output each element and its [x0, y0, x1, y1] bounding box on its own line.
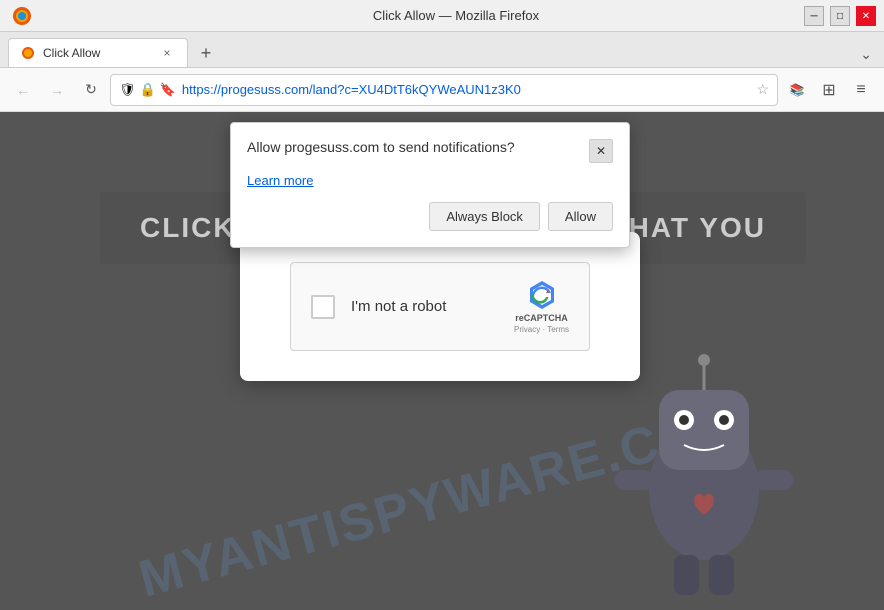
lock-icon: 🔒 [140, 82, 156, 98]
dialog-buttons: Always Block Allow [247, 202, 613, 231]
active-tab[interactable]: Click Allow × [8, 38, 188, 67]
always-block-button[interactable]: Always Block [429, 202, 540, 231]
recaptcha-brand: reCAPTCHA [515, 313, 568, 323]
captcha-privacy: Privacy · Terms [514, 325, 569, 334]
list-all-tabs-button[interactable]: ⌄ [856, 42, 876, 67]
captcha-checkbox[interactable] [311, 295, 335, 319]
reload-button[interactable]: ↻ [76, 75, 106, 105]
learn-more-link[interactable]: Learn more [247, 173, 613, 188]
extensions-button[interactable]: ⊞ [814, 75, 844, 105]
page-content: MYANTISPYWARE.COM CLICK «ALLOW» TO CONFI… [0, 112, 884, 610]
tab-favicon [21, 46, 35, 60]
captcha-card: I'm not a robot reCAPTCHA Privacy · Term… [240, 232, 640, 381]
shield-icon: 🛡 [119, 82, 136, 98]
nav-actions: 📚 ⊞ ≡ [782, 75, 876, 105]
tab-bar-end: ⌄ [220, 42, 876, 67]
bookmark-icon: 🔖 [160, 82, 176, 98]
allow-button[interactable]: Allow [548, 202, 613, 231]
dialog-title: Allow progesuss.com to send notification… [247, 139, 581, 155]
window-title: Click Allow — Mozilla Firefox [40, 8, 872, 23]
dialog-header: Allow progesuss.com to send notification… [247, 139, 613, 163]
nav-bar: ← → ↻ 🛡 🔒 🔖 https://progesuss.com/land?c… [0, 68, 884, 112]
firefox-icon [12, 6, 32, 26]
tab-bar: Click Allow × + ⌄ [0, 32, 884, 68]
forward-button[interactable]: → [42, 75, 72, 105]
back-button[interactable]: ← [8, 75, 38, 105]
captcha-label: I'm not a robot [351, 298, 498, 315]
tab-title: Click Allow [43, 46, 151, 60]
address-security-icons: 🛡 🔒 🔖 [119, 82, 176, 98]
url-display: https://progesuss.com/land?c=XU4DtT6kQYW… [182, 82, 751, 97]
container-button[interactable]: 📚 [782, 75, 812, 105]
captcha-widget: I'm not a robot reCAPTCHA Privacy · Term… [290, 262, 590, 351]
dialog-close-button[interactable]: ✕ [589, 139, 613, 163]
bookmark-star-button[interactable]: ☆ [756, 81, 769, 98]
title-bar: Click Allow — Mozilla Firefox ─ □ ✕ [0, 0, 884, 32]
address-bar[interactable]: 🛡 🔒 🔖 https://progesuss.com/land?c=XU4Dt… [110, 74, 778, 106]
menu-button[interactable]: ≡ [846, 75, 876, 105]
window-controls: ─ □ ✕ [804, 6, 876, 26]
maximize-button[interactable]: □ [830, 6, 850, 26]
close-button[interactable]: ✕ [856, 6, 876, 26]
minimize-button[interactable]: ─ [804, 6, 824, 26]
recaptcha-logo: reCAPTCHA Privacy · Terms [514, 279, 569, 334]
browser-window: Click Allow — Mozilla Firefox ─ □ ✕ Clic… [0, 0, 884, 610]
new-tab-button[interactable]: + [192, 39, 220, 67]
notification-dialog: Allow progesuss.com to send notification… [230, 122, 630, 248]
tab-close-button[interactable]: × [159, 45, 175, 61]
